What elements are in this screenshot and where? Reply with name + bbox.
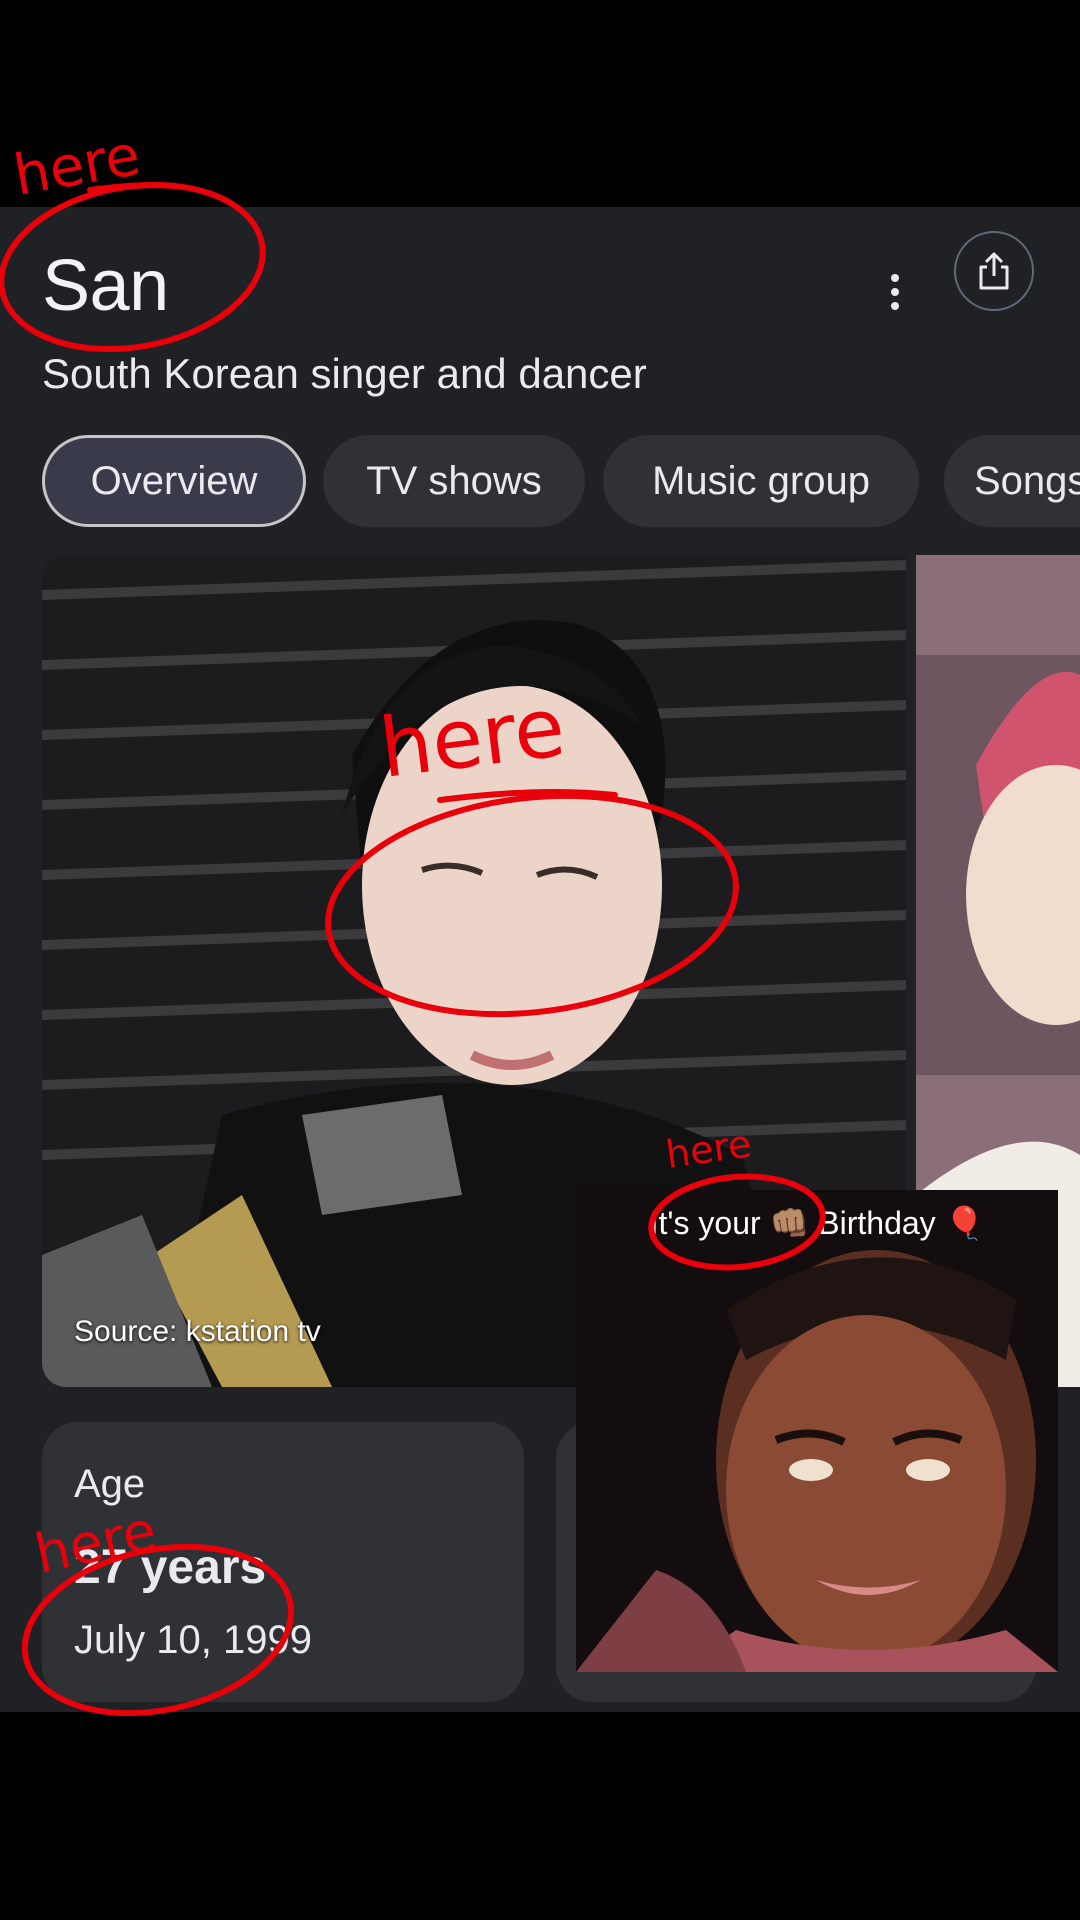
share-button[interactable] [954, 231, 1034, 311]
birth-date: July 10, 1999 [74, 1618, 312, 1662]
age-label: Age [74, 1462, 146, 1506]
age-value: 27 years [74, 1541, 267, 1594]
tab-overview[interactable]: Overview [42, 435, 306, 527]
balloon-emoji-icon: 🎈 [944, 1205, 985, 1241]
caption-text-after: Birthday [818, 1205, 936, 1241]
tab-music-group[interactable]: Music group [603, 435, 919, 527]
entity-subtitle: South Korean singer and dancer [42, 350, 647, 397]
overlay-video-image [576, 1190, 1058, 1672]
annotation-label-title: here [9, 123, 145, 209]
photo-source: Source: kstation tv [74, 1315, 321, 1348]
tab-songs[interactable]: Songs [944, 435, 1080, 527]
fist-emoji-icon: 👊🏽 [769, 1205, 810, 1241]
overlay-video[interactable]: It's your 👊🏽 Birthday 🎈 [576, 1190, 1058, 1672]
age-card[interactable]: Age 27 years July 10, 1999 [42, 1422, 524, 1702]
caption-text-before: It's your [649, 1205, 761, 1241]
more-options-button[interactable] [874, 251, 916, 333]
entity-title: San [42, 246, 169, 326]
annotation-underline-title [87, 182, 178, 193]
more-vert-icon [891, 271, 899, 313]
tab-tv-shows[interactable]: TV shows [323, 435, 585, 527]
overlay-caption: It's your 👊🏽 Birthday 🎈 [576, 1204, 1058, 1242]
share-icon [979, 252, 1009, 290]
